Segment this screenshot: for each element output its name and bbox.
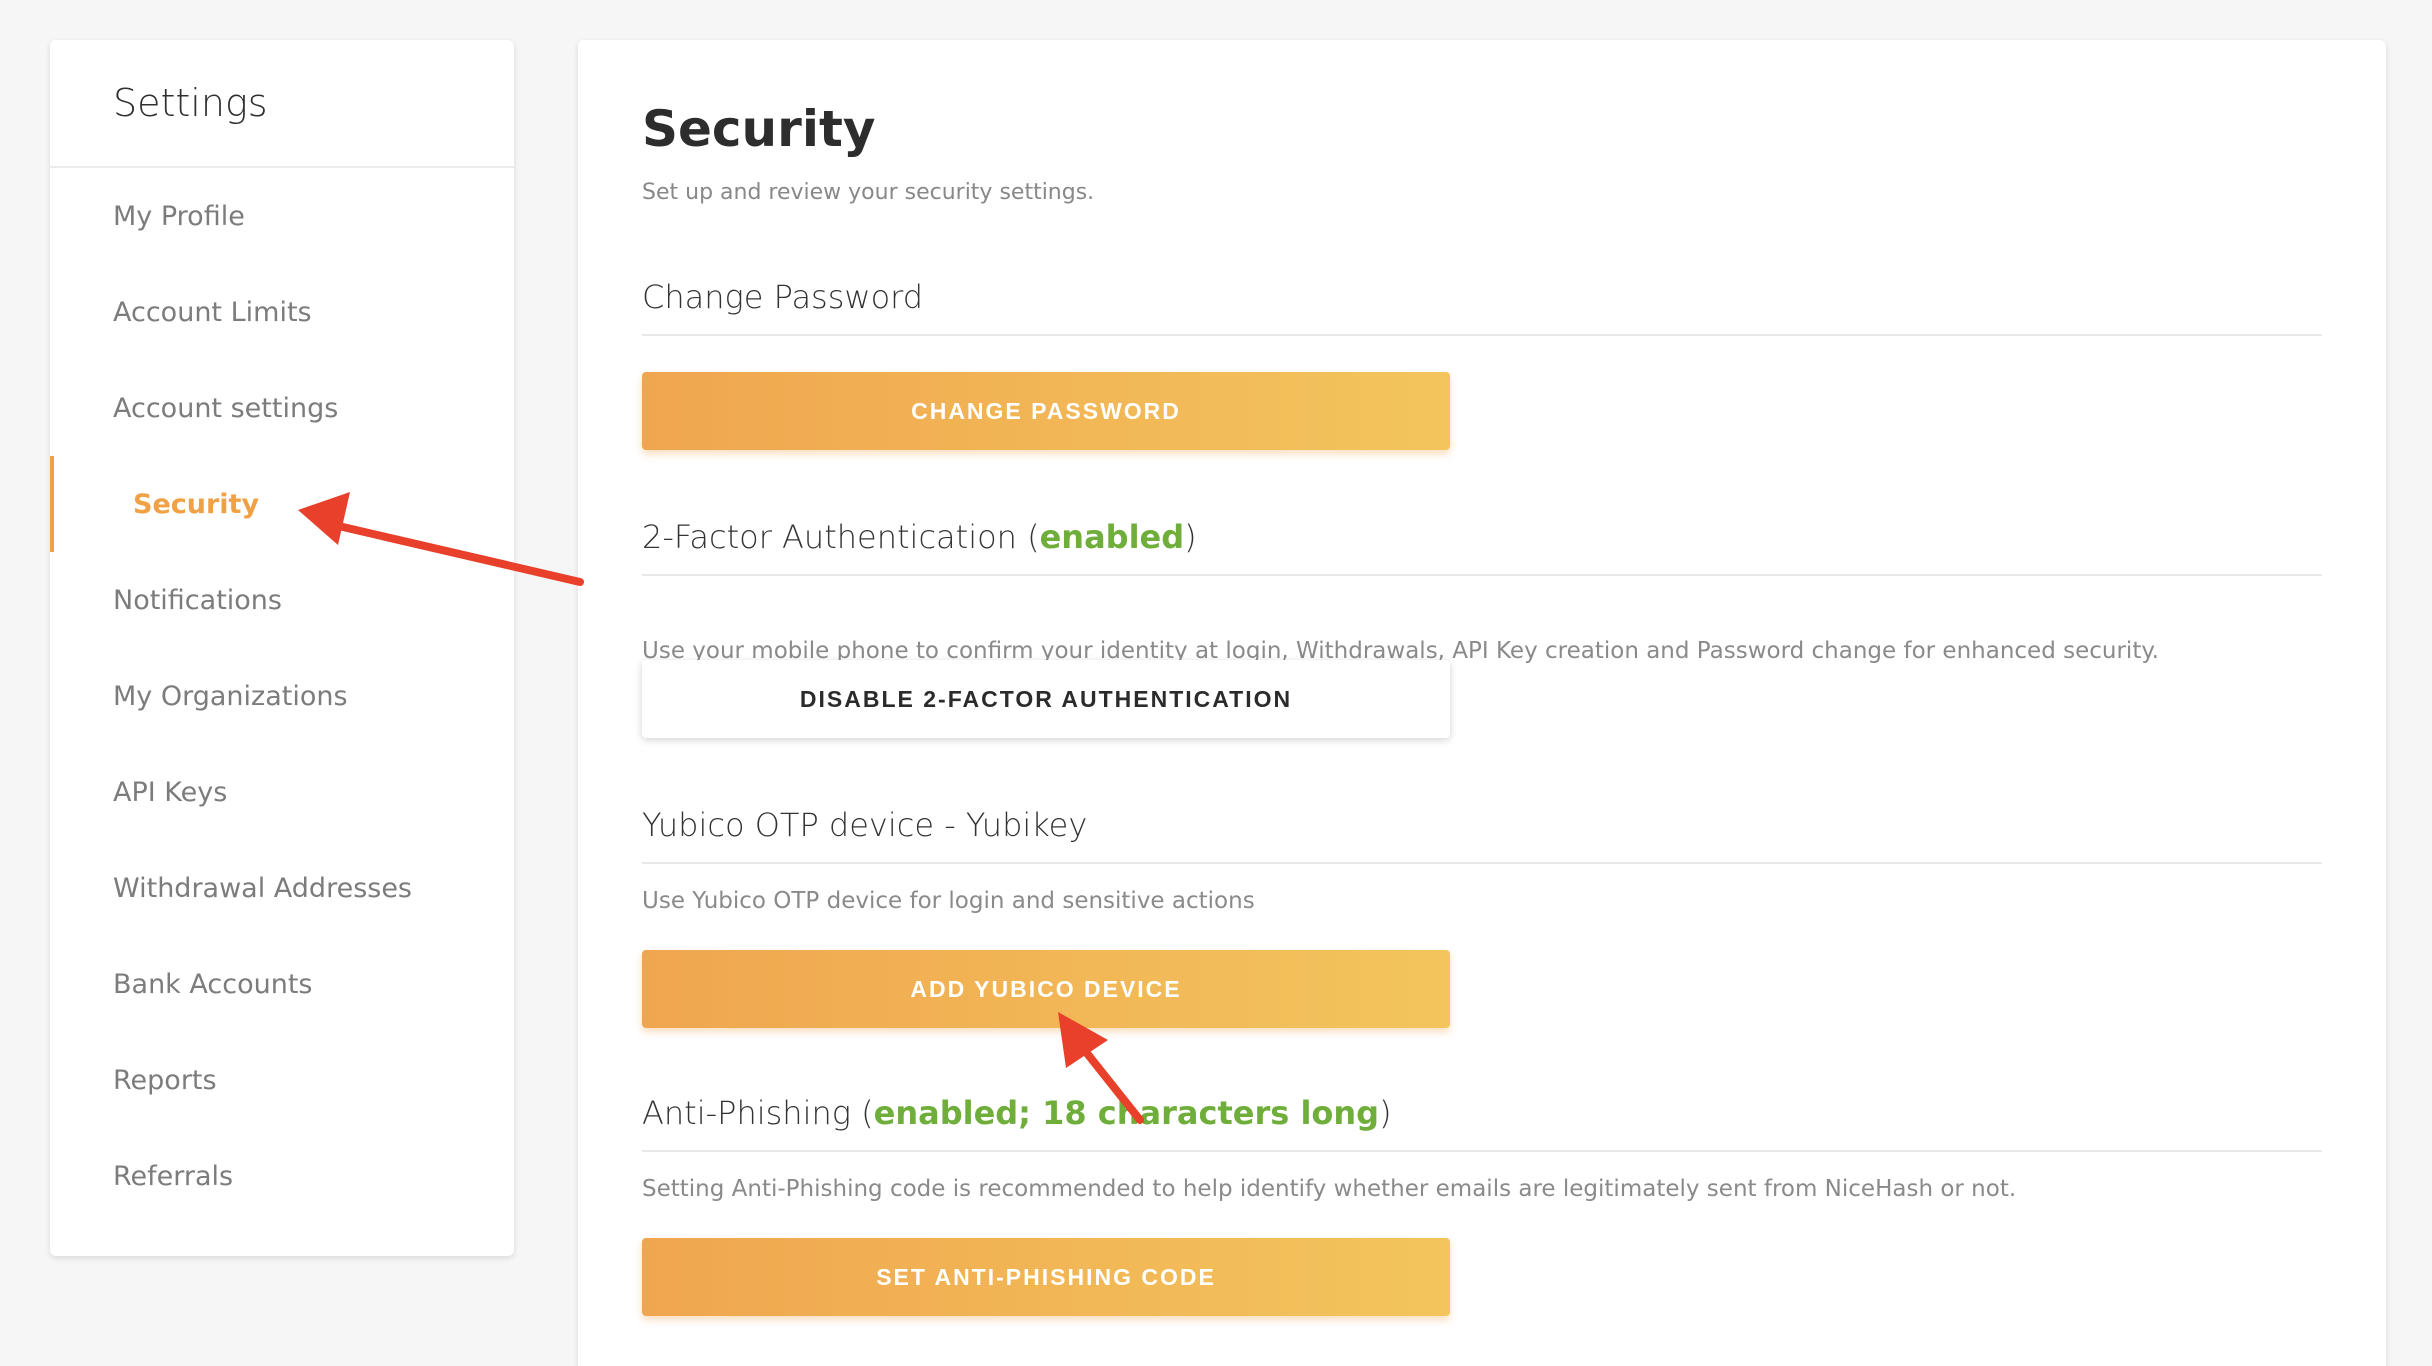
anti-phishing-heading-text: Anti-Phishing	[642, 1094, 851, 1132]
disable-2fa-button[interactable]: DISABLE 2-FACTOR AUTHENTICATION	[642, 660, 1450, 738]
sidebar-item-referrals[interactable]: Referrals	[50, 1128, 514, 1224]
settings-sidebar: Settings My Profile Account Limits Accou…	[50, 40, 514, 1256]
change-password-heading: Change Password	[642, 278, 2322, 336]
change-password-heading-text: Change Password	[642, 278, 924, 316]
anti-phishing-heading: Anti-Phishing (enabled; 18 characters lo…	[642, 1094, 2322, 1152]
settings-page: Settings My Profile Account Limits Accou…	[0, 0, 2432, 1366]
sidebar-item-reports[interactable]: Reports	[50, 1032, 514, 1128]
sidebar-item-bank-accounts[interactable]: Bank Accounts	[50, 936, 514, 1032]
anti-phishing-description: Setting Anti-Phishing code is recommende…	[642, 1176, 2017, 1202]
yubico-heading-text: Yubico OTP device - Yubikey	[642, 806, 1088, 844]
sidebar-item-account-limits[interactable]: Account Limits	[50, 264, 514, 360]
yubico-description: Use Yubico OTP device for login and sens…	[642, 888, 1255, 914]
set-anti-phishing-code-button[interactable]: SET ANTI-PHISHING CODE	[642, 1238, 1450, 1316]
sidebar-item-my-organizations[interactable]: My Organizations	[50, 648, 514, 744]
sidebar-item-my-profile[interactable]: My Profile	[50, 168, 514, 264]
anti-phishing-status: enabled; 18 characters long	[873, 1094, 1380, 1132]
sidebar-item-account-settings[interactable]: Account settings	[50, 360, 514, 456]
page-title: Security	[642, 100, 876, 158]
page-subtitle: Set up and review your security settings…	[642, 180, 1095, 205]
two-factor-heading-text: 2-Factor Authentication	[642, 518, 1017, 556]
sidebar-item-withdrawal-addresses[interactable]: Withdrawal Addresses	[50, 840, 514, 936]
two-factor-status: enabled	[1039, 518, 1185, 556]
yubico-heading: Yubico OTP device - Yubikey	[642, 806, 2322, 864]
sidebar-item-notifications[interactable]: Notifications	[50, 552, 514, 648]
sidebar-nav: My Profile Account Limits Account settin…	[50, 168, 514, 1224]
sidebar-item-security[interactable]: Security	[50, 456, 514, 552]
sidebar-item-api-keys[interactable]: API Keys	[50, 744, 514, 840]
two-factor-heading: 2-Factor Authentication (enabled)	[642, 518, 2322, 576]
add-yubico-device-button[interactable]: ADD YUBICO DEVICE	[642, 950, 1450, 1028]
sidebar-title: Settings	[50, 40, 514, 168]
security-panel: Security Set up and review your security…	[578, 40, 2386, 1366]
change-password-button[interactable]: CHANGE PASSWORD	[642, 372, 1450, 450]
